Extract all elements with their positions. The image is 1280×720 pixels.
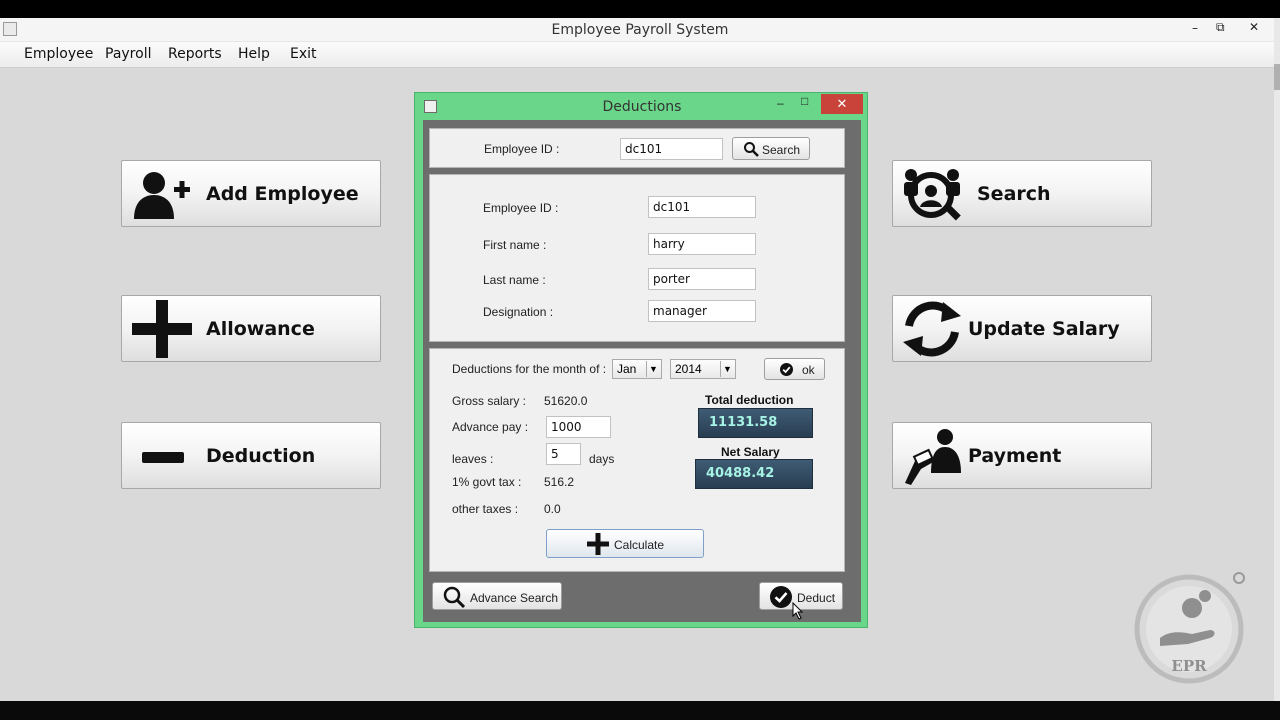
leaves-label: leaves : xyxy=(452,452,494,466)
designation-field[interactable]: manager xyxy=(648,300,756,322)
ok-button[interactable]: ok xyxy=(764,358,825,380)
scrollbar-thumb[interactable] xyxy=(1274,64,1280,90)
magnifier-icon xyxy=(744,142,759,157)
month-select-value: Jan xyxy=(617,362,637,376)
info-id-label: Employee ID : xyxy=(483,201,559,215)
info-id-field[interactable]: dc101 xyxy=(648,196,756,218)
search-label-main: Search xyxy=(977,183,1051,205)
restore-button[interactable]: ⧉ xyxy=(1216,20,1225,35)
screen: Employee Payroll System – ⧉ ✕ Employee P… xyxy=(0,0,1280,720)
dialog-close-button[interactable]: ✕ xyxy=(821,94,863,114)
close-button[interactable]: ✕ xyxy=(1249,20,1259,34)
gross-salary-value: 51620.0 xyxy=(544,394,588,408)
window-title: Employee Payroll System xyxy=(551,22,729,38)
advance-pay-input[interactable]: 1000 xyxy=(546,416,611,438)
deduction-button[interactable]: Deduction xyxy=(121,422,381,489)
deduction-label: Deduction xyxy=(206,445,316,467)
advance-pay-label: Advance pay : xyxy=(452,420,529,434)
first-name-field[interactable]: harry xyxy=(648,233,756,255)
right-edge xyxy=(1274,18,1280,701)
chevron-down-icon: ▼ xyxy=(720,361,734,377)
govt-tax-label: 1% govt tax : xyxy=(452,475,522,489)
menu-employee[interactable]: Employee xyxy=(24,46,93,62)
other-taxes-value: 0.0 xyxy=(544,502,561,516)
calculate-button-label: Calculate xyxy=(614,538,665,552)
govt-tax-value: 516.2 xyxy=(544,475,575,489)
minus-icon xyxy=(142,452,184,463)
title-bar: Employee Payroll System – ⧉ ✕ xyxy=(0,18,1274,42)
last-name-label: Last name : xyxy=(483,273,546,287)
chevron-down-icon: ▼ xyxy=(646,361,660,377)
menu-payroll[interactable]: Payroll xyxy=(105,46,151,62)
ok-button-label: ok xyxy=(802,363,815,377)
magnifier-icon xyxy=(443,586,465,608)
month-label: Deductions for the month of : xyxy=(452,362,607,376)
advance-search-label: Advance Search xyxy=(470,591,559,605)
search-button-label: Search xyxy=(762,143,801,157)
deduct-button[interactable]: Deduct xyxy=(759,582,843,620)
add-employee-button[interactable]: Add Employee xyxy=(121,160,381,227)
epr-logo: EPR xyxy=(1134,572,1245,684)
payment-label: Payment xyxy=(968,445,1062,467)
search-panel: Employee ID : dc101 Search xyxy=(429,128,845,168)
year-select-value: 2014 xyxy=(675,362,702,376)
payment-button[interactable]: Payment xyxy=(892,422,1152,489)
days-label: days xyxy=(589,452,615,466)
minimize-button[interactable]: – xyxy=(1192,21,1198,35)
update-salary-button[interactable]: Update Salary xyxy=(892,295,1152,362)
calculate-button[interactable]: Calculate xyxy=(546,529,704,558)
search-button-main[interactable]: Search xyxy=(892,160,1152,227)
advance-search-button[interactable]: Advance Search xyxy=(432,582,562,610)
total-deduction-label: Total deduction xyxy=(705,393,794,407)
menu-bar: Employee Payroll Reports Help Exit xyxy=(0,42,1274,68)
designation-label: Designation : xyxy=(483,305,554,319)
month-select[interactable]: Jan ▼ xyxy=(612,359,662,379)
menu-exit[interactable]: Exit xyxy=(290,46,317,62)
other-taxes-label: other taxes : xyxy=(452,502,519,516)
check-circle-icon xyxy=(780,363,793,376)
search-id-label: Employee ID : xyxy=(484,142,560,156)
bottom-black-bar xyxy=(0,701,1280,720)
add-employee-label: Add Employee xyxy=(206,183,359,205)
search-id-input[interactable]: dc101 xyxy=(620,138,723,160)
dialog-minimize-button[interactable]: – xyxy=(777,96,784,110)
gross-salary-label: Gross salary : xyxy=(452,394,527,408)
employee-info-panel: Employee ID : dc101 First name : harry L… xyxy=(429,174,845,342)
add-user-icon xyxy=(134,172,190,219)
net-salary-label: Net Salary xyxy=(721,445,780,459)
menu-help[interactable]: Help xyxy=(238,46,270,62)
check-circle-icon xyxy=(770,586,792,608)
first-name-label: First name : xyxy=(483,238,547,252)
menu-reports[interactable]: Reports xyxy=(168,46,222,62)
allowance-label: Allowance xyxy=(206,318,315,340)
search-people-icon xyxy=(904,169,961,221)
leaves-input[interactable]: 5 xyxy=(546,443,581,465)
update-salary-label: Update Salary xyxy=(968,318,1120,340)
plus-icon xyxy=(132,300,192,358)
last-name-field[interactable]: porter xyxy=(648,268,756,290)
allowance-button[interactable]: Allowance xyxy=(121,295,381,362)
year-select[interactable]: 2014 ▼ xyxy=(670,359,736,379)
deduction-panel: Deductions for the month of : Jan ▼ 2014… xyxy=(429,348,845,572)
deductions-dialog: Deductions – □ ✕ Employee ID : dc101 Sea… xyxy=(414,92,868,628)
net-salary-value: 40488.42 xyxy=(695,459,813,489)
search-button[interactable]: Search xyxy=(732,137,810,160)
epr-logo-text: EPR xyxy=(1171,657,1207,675)
dialog-maximize-button[interactable]: □ xyxy=(801,94,808,108)
plus-icon xyxy=(587,533,609,555)
total-deduction-value: 11131.58 xyxy=(698,408,813,438)
payment-icon xyxy=(905,429,961,485)
dialog-body: Employee ID : dc101 Search Employee ID :… xyxy=(423,120,861,622)
mouse-cursor-icon xyxy=(792,602,804,620)
refresh-icon xyxy=(903,301,961,357)
